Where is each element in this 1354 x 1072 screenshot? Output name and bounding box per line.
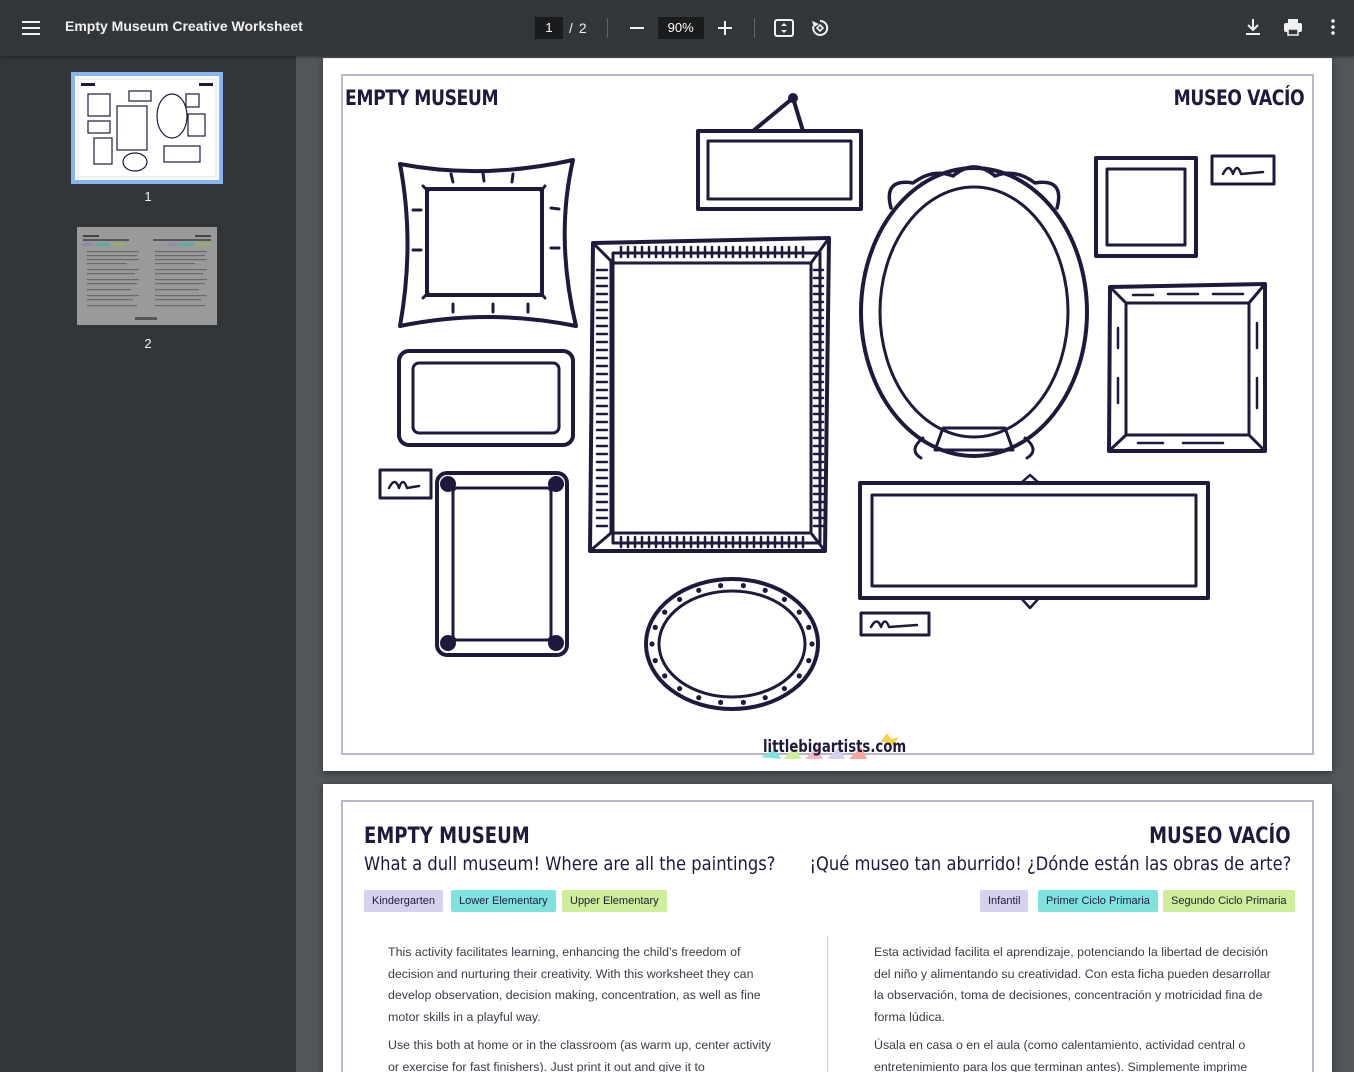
document-title: Empty Museum Creative Worksheet [65, 18, 303, 34]
zoom-out-button[interactable] [622, 13, 652, 43]
toolbar-divider-2 [753, 18, 755, 38]
badge-upper-elementary: Upper Elementary [562, 890, 667, 912]
page2-title-es: MUSEO VACÍO [1149, 824, 1291, 849]
logo: littlebigartists.com [761, 733, 906, 763]
oval-dot [740, 583, 746, 589]
oval-dot [677, 596, 683, 603]
badge-lower-elementary: Lower Elementary [451, 890, 556, 912]
thumbnail-page-2[interactable] [77, 227, 217, 325]
page2-subtitle-es: ¡Qué museo tan aburrido! ¿Dónde están la… [809, 853, 1291, 875]
oval-dot [809, 641, 815, 647]
thumbnail-label-1: 1 [144, 189, 152, 204]
badge-segundo-ciclo: Segundo Ciclo Primaria [1163, 890, 1295, 912]
oval-dot [652, 624, 658, 630]
paragraph-2-es: Úsala en casa o en el aula (como calenta… [874, 1038, 1248, 1072]
oval-dot [718, 583, 724, 589]
oval-dot [806, 658, 812, 664]
oval-dot [796, 609, 802, 615]
oval-dots [649, 583, 815, 705]
rotate-icon [811, 19, 828, 36]
zoom-input[interactable]: 90% [657, 17, 704, 39]
more-vert-icon [1331, 19, 1335, 35]
menu-button[interactable] [14, 12, 48, 44]
page2-subtitle-en: What a dull museum! Where are all the pa… [364, 853, 776, 875]
hanging-frame [696, 93, 863, 211]
download-button[interactable] [1238, 12, 1268, 42]
oval-dot [696, 587, 702, 593]
tall-frame-ticks [595, 245, 825, 549]
total-pages: 2 [578, 20, 587, 36]
fit-page-icon [773, 19, 794, 37]
logo-text: littlebigartists.com [763, 737, 907, 757]
oval-dot [649, 641, 655, 647]
badge-primer-ciclo: Primer Ciclo Primaria [1038, 890, 1158, 912]
badge-kindergarten: Kindergarten [364, 890, 443, 912]
tall-ornate-frame [588, 236, 831, 553]
paragraph-2-en: Use this both at home or in the classroo… [388, 1038, 771, 1072]
oval-dot [806, 624, 812, 630]
oval-dot [677, 685, 683, 692]
oval-dot [781, 596, 787, 603]
thumbnail-label-2: 2 [144, 336, 152, 351]
document-viewer[interactable]: EMPTY MUSEUM MUSEO VACÍO littlebigartist… [296, 56, 1354, 1072]
pdf-toolbar: Empty Museum Creative Worksheet 1 / 2 90… [0, 0, 1354, 56]
thumbnail-sidebar: 1 2 [0, 56, 296, 1072]
oval-dot [662, 673, 668, 679]
paragraph-1-es: Esta actividad facilita el aprendizaje, … [874, 945, 1271, 1024]
print-button[interactable] [1278, 12, 1308, 42]
rotate-button[interactable] [805, 13, 835, 43]
zoom-in-button[interactable] [710, 13, 740, 43]
thumbnail-page-1[interactable] [71, 72, 223, 184]
oval-dot [781, 685, 787, 692]
oval-dot [762, 587, 768, 593]
oval-dot [740, 699, 746, 705]
oval-dot [662, 609, 668, 615]
fit-page-button[interactable] [769, 13, 799, 43]
more-options-button[interactable] [1318, 12, 1348, 42]
page-controls: 1 / 2 90% [535, 14, 835, 42]
page-1: EMPTY MUSEUM MUSEO VACÍO littlebigartist… [323, 58, 1332, 771]
thumbnail-preview-2 [77, 227, 217, 325]
curved-square-frame [398, 158, 578, 328]
wide-frame [858, 473, 1210, 610]
column-divider [827, 936, 828, 1072]
thumbnail-preview [77, 78, 217, 178]
page-2: EMPTY MUSEUM What a dull museum! Where a… [323, 784, 1332, 1072]
page2-title-en: EMPTY MUSEUM [364, 824, 530, 849]
page-number-input[interactable]: 1 [535, 17, 563, 39]
menu-icon [22, 21, 40, 35]
oval-dot [762, 695, 768, 701]
oval-dot [652, 658, 658, 664]
zoom-in-icon [717, 21, 732, 35]
empty-frames-illustration [378, 93, 1276, 711]
download-icon [1246, 19, 1260, 35]
oval-dot [718, 699, 724, 705]
badge-infantil: Infantil [980, 890, 1029, 912]
right-square-frame [1107, 282, 1267, 453]
oval-dot [796, 673, 802, 679]
page-separator: / [569, 20, 573, 36]
zoom-out-icon [629, 27, 644, 29]
toolbar-actions [1238, 12, 1348, 42]
print-icon [1284, 19, 1302, 36]
paragraph-1-en: This activity facilitates learning, enha… [388, 945, 761, 1024]
oval-mirror-frame [859, 165, 1089, 460]
toolbar-divider [606, 18, 608, 38]
oval-dot [696, 695, 702, 701]
